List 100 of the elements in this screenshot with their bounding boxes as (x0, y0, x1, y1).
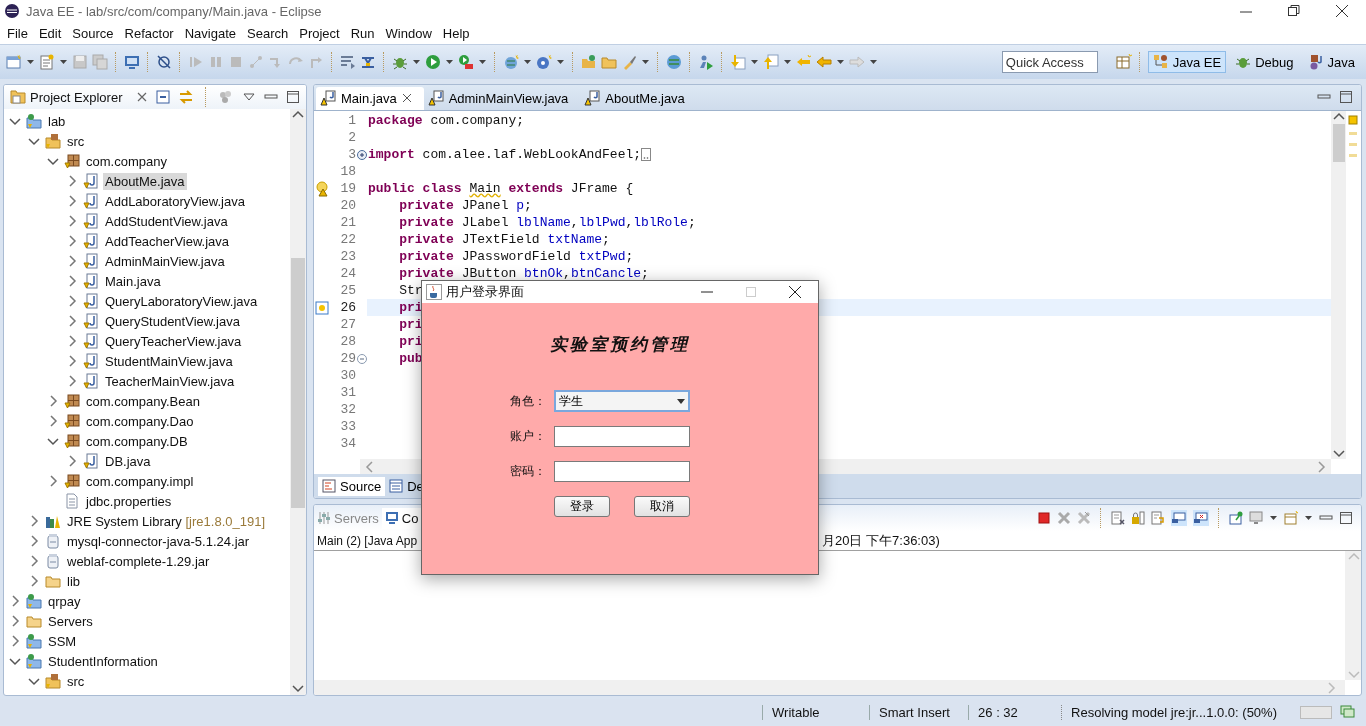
tree-item[interactable]: AddTeacherView.java (103, 232, 232, 250)
dropdown-caret-icon[interactable] (641, 57, 650, 67)
editor-tab[interactable]: AboutMe.java (580, 87, 697, 110)
collapse-chevron-icon[interactable] (28, 135, 40, 147)
globe-icon[interactable] (666, 54, 682, 70)
tree-item[interactable]: AddLaboratoryView.java (103, 192, 247, 210)
collapse-chevron-icon[interactable] (9, 655, 21, 667)
expand-chevron-icon[interactable] (66, 315, 78, 327)
dialog-button[interactable]: 登录 (554, 496, 610, 517)
dropdown-caret-icon[interactable] (556, 57, 565, 67)
scrollbar-thumb[interactable] (291, 258, 305, 508)
collapse-all-icon[interactable] (156, 90, 170, 104)
expand-chevron-icon[interactable] (66, 455, 78, 467)
tree-item[interactable]: QueryStudentView.java (103, 312, 242, 330)
tree-item[interactable]: DB.java (103, 452, 153, 470)
dropdown-caret-icon[interactable] (26, 57, 35, 67)
tree-item[interactable]: AddStudentView.java (103, 212, 230, 230)
progress-view-icon[interactable] (1340, 704, 1356, 720)
monitor-icon[interactable] (124, 54, 140, 70)
clear-console-icon[interactable] (1111, 511, 1125, 525)
expand-chevron-icon[interactable] (28, 515, 40, 527)
scrollbar-thumb[interactable] (1332, 124, 1345, 162)
editor-mode-tab[interactable]: Source (318, 476, 386, 496)
fold-collapse-icon[interactable] (356, 353, 367, 364)
tree-item[interactable]: com.company (84, 152, 169, 170)
expand-chevron-icon[interactable] (47, 415, 59, 427)
pin-console-icon[interactable] (1229, 511, 1243, 525)
dropdown-caret-icon[interactable] (478, 57, 487, 67)
maximize-icon[interactable] (286, 90, 300, 104)
tree-item[interactable]: src (65, 132, 87, 150)
password-field[interactable] (554, 461, 690, 482)
tree-item[interactable]: QueryLaboratoryView.java (103, 292, 260, 310)
expand-chevron-icon[interactable] (66, 255, 78, 267)
dropdown-caret-icon[interactable] (412, 57, 421, 67)
link-editor-icon[interactable] (178, 89, 194, 105)
open-folder-icon[interactable] (581, 54, 597, 70)
dropdown-caret-icon[interactable] (750, 57, 759, 67)
menu-item[interactable]: Navigate (181, 23, 244, 43)
perspective-button[interactable]: Java (1302, 51, 1360, 73)
editor-tab[interactable]: AdminMainView.java (423, 87, 581, 110)
tree-item[interactable]: lib (65, 572, 82, 590)
expand-chevron-icon[interactable] (9, 635, 21, 647)
word-wrap-icon[interactable] (1151, 511, 1165, 525)
person-run-icon[interactable] (698, 54, 714, 70)
tree-item[interactable]: TeacherMainView.java (103, 372, 237, 390)
display-console-icon[interactable] (1249, 511, 1263, 525)
scroll-left-icon[interactable] (364, 459, 376, 474)
menu-item[interactable]: Project (296, 23, 348, 43)
menu-item[interactable]: Run (347, 23, 383, 43)
tree-item[interactable]: com.company.Dao (84, 412, 196, 430)
dropdown-caret-icon[interactable] (783, 57, 792, 67)
dropdown-caret-icon[interactable] (1304, 513, 1313, 523)
show-output-icon[interactable] (1171, 510, 1187, 526)
restore-icon[interactable] (1287, 4, 1301, 18)
tree-item[interactable]: Main.java (103, 272, 163, 290)
fold-expand-icon[interactable] (356, 149, 367, 160)
dropdown-caret-icon[interactable] (836, 57, 845, 67)
tree-item[interactable]: jdbc.properties (84, 492, 174, 510)
expand-chevron-icon[interactable] (28, 535, 40, 547)
tree-item[interactable]: com.company.DB (84, 432, 190, 450)
perspective-button[interactable]: Java EE (1147, 51, 1227, 73)
menu-item[interactable]: Edit (35, 23, 70, 43)
tree-item[interactable]: com.company.impl (84, 472, 196, 490)
maximize-icon[interactable] (1339, 511, 1353, 525)
expand-chevron-icon[interactable] (66, 375, 78, 387)
menu-item[interactable]: File (4, 23, 36, 43)
expand-chevron-icon[interactable] (66, 175, 78, 187)
expand-chevron-icon[interactable] (47, 395, 59, 407)
collapse-chevron-icon[interactable] (47, 155, 59, 167)
tree-item[interactable]: com.company.Bean (84, 392, 202, 410)
expand-chevron-icon[interactable] (66, 295, 78, 307)
run-icon[interactable] (425, 54, 441, 70)
close-icon[interactable] (1335, 4, 1349, 18)
skip-breakpoints-icon[interactable] (156, 54, 172, 70)
dialog-button[interactable]: 取消 (634, 496, 690, 517)
tree-item[interactable]: StudentMainView.java (103, 352, 235, 370)
tree-item[interactable]: src (65, 672, 87, 690)
collapse-chevron-icon[interactable] (9, 115, 21, 127)
maximize-icon[interactable] (1339, 90, 1353, 104)
editor-tab[interactable]: Main.java (316, 87, 424, 110)
close-icon[interactable] (788, 285, 802, 299)
tree-item[interactable]: StudentInformation (46, 652, 160, 670)
dropdown-caret-icon[interactable] (1269, 513, 1278, 523)
folded-code-icon[interactable] (641, 148, 652, 161)
scroll-right-icon[interactable] (1315, 459, 1327, 474)
menu-item[interactable]: Window (382, 23, 440, 43)
expand-chevron-icon[interactable] (66, 335, 78, 347)
word-wrap-icon[interactable] (340, 54, 356, 70)
menu-item[interactable]: Search (244, 23, 297, 43)
view-tab[interactable]: Co (381, 507, 422, 529)
terminate-icon[interactable] (1037, 511, 1051, 525)
tree-item[interactable]: JRE System Library [jre1.8.0_191] (65, 512, 267, 530)
tree-item[interactable]: qrpay (46, 592, 83, 610)
tree-item[interactable]: AdminMainView.java (103, 252, 227, 270)
run-server-icon[interactable] (458, 54, 474, 70)
dropdown-caret-icon[interactable] (59, 57, 68, 67)
menu-item[interactable]: Source (69, 23, 122, 43)
open-console-icon[interactable] (1284, 511, 1298, 525)
perspective-button[interactable]: Debug (1230, 51, 1299, 73)
expand-chevron-icon[interactable] (66, 275, 78, 287)
